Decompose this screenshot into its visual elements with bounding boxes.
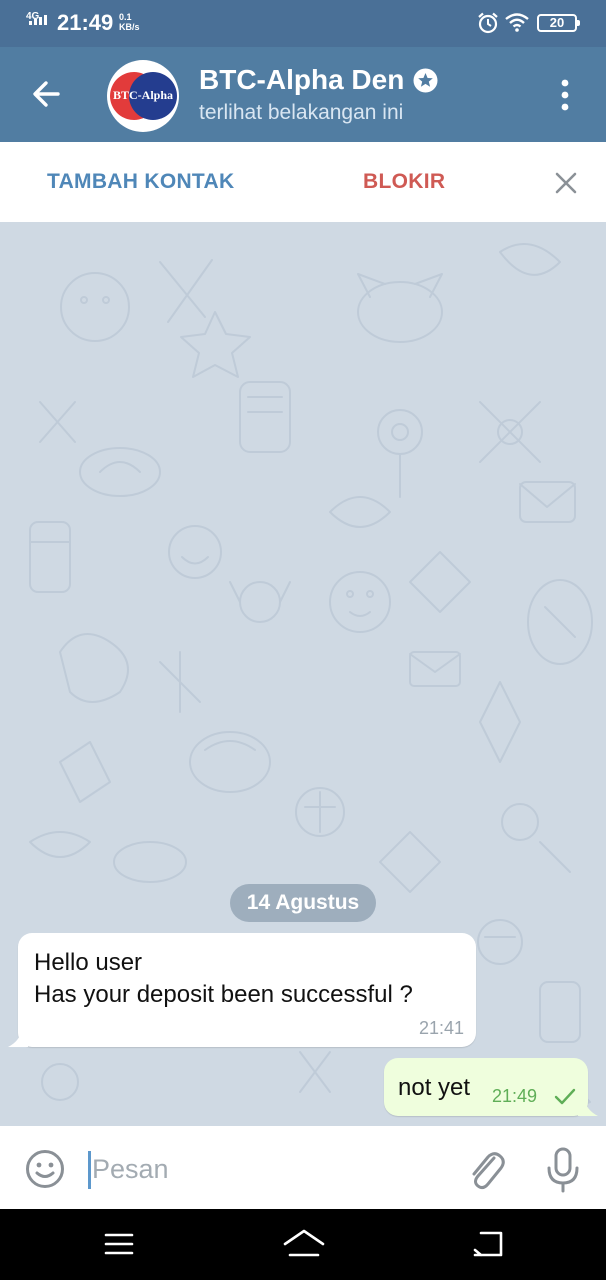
bubble-tail (8, 1029, 28, 1047)
avatar-logo-text: BTC-Alpha (112, 88, 174, 102)
close-icon[interactable] (552, 169, 580, 197)
message-input[interactable] (92, 1146, 432, 1192)
bubble-tail (578, 1098, 598, 1116)
microphone-icon[interactable] (544, 1146, 582, 1194)
more-vert-icon[interactable] (548, 75, 582, 115)
contact-action-bar: TAMBAH KONTAK BLOKIR (0, 142, 606, 222)
chat-title[interactable]: BTC-Alpha Den (199, 63, 404, 97)
message-time: 21:49 (492, 1086, 538, 1106)
incoming-message[interactable]: Hello user Has your deposit been success… (8, 933, 476, 1047)
text-cursor (88, 1151, 91, 1189)
back-icon[interactable] (471, 1229, 505, 1259)
chat-header: BTC-Alpha BTC-Alpha Den terlihat belakan… (0, 47, 606, 142)
wifi-icon (505, 13, 529, 32)
last-seen-status: terlihat belakangan ini (199, 101, 404, 124)
status-bar: 4G 21:49 0.1 KB/s 20 (0, 0, 606, 47)
emoji-icon[interactable] (24, 1148, 66, 1190)
message-composer (0, 1126, 606, 1209)
signal-icon: 4G (26, 11, 52, 33)
network-speed: 0.1 KB/s (119, 12, 140, 32)
date-separator: 14 Agustus (230, 884, 376, 922)
home-icon[interactable] (282, 1227, 326, 1261)
paperclip-icon[interactable] (464, 1146, 506, 1192)
avatar[interactable]: BTC-Alpha (107, 60, 179, 132)
network-type: 4G (26, 11, 40, 22)
alarm-icon (478, 12, 498, 34)
message-text: Hello user (34, 949, 143, 976)
speed-unit: KB/s (119, 22, 140, 32)
message-text: Has your deposit been successful ? (34, 981, 413, 1008)
menu-icon[interactable] (104, 1231, 134, 1257)
message-time: 21:41 (418, 1018, 464, 1038)
add-contact-button[interactable]: TAMBAH KONTAK (47, 170, 234, 194)
back-arrow-icon[interactable] (24, 71, 70, 117)
speed-value: 0.1 (119, 12, 132, 22)
battery-icon: 20 (537, 14, 580, 32)
sent-check-icon (554, 1088, 576, 1105)
verified-star-icon (413, 68, 438, 93)
block-button[interactable]: BLOKIR (363, 170, 445, 194)
system-nav-bar (0, 1209, 606, 1280)
chat-area[interactable]: 14 Agustus Hello user Has your deposit b… (0, 222, 606, 1126)
message-text: not yet (398, 1074, 471, 1101)
outgoing-message[interactable]: not yet 21:49 (384, 1058, 598, 1116)
clock: 21:49 (57, 10, 114, 35)
